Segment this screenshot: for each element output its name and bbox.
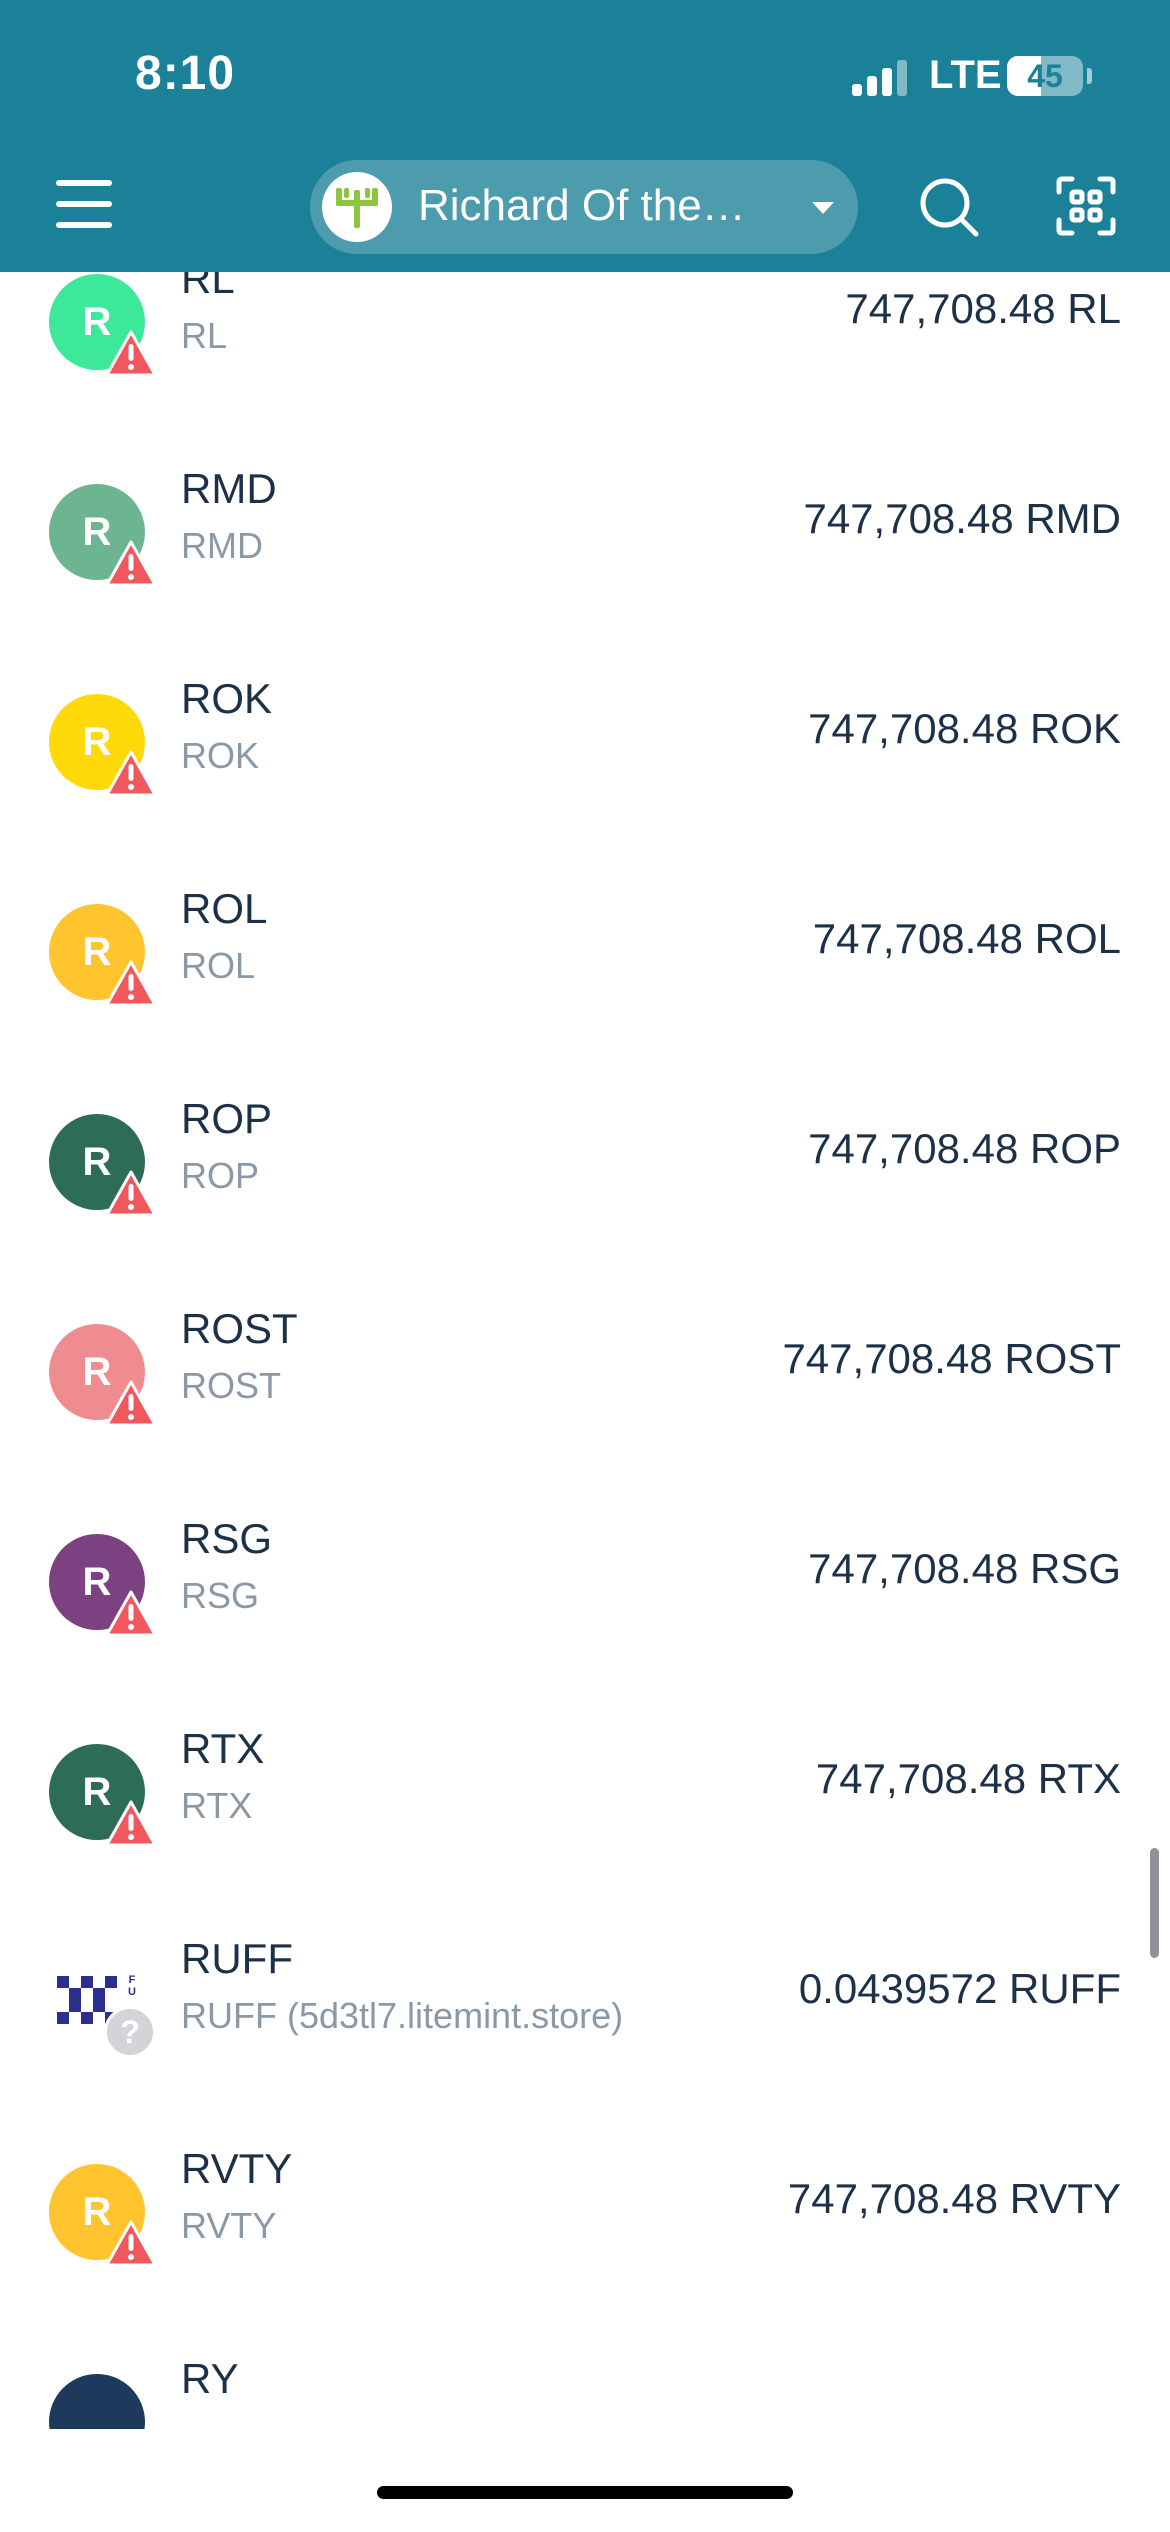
tree-icon: [336, 188, 378, 228]
token-row-rsg[interactable]: R RSG RSG 747,708.48 RSG: [0, 1470, 1170, 1680]
token-balance: 747,708.48 RSG: [808, 1545, 1121, 1592]
warning-icon: [106, 2220, 156, 2266]
token-name: RUFF (5d3tl7.litemint.store): [181, 1995, 624, 2036]
warning-icon: [106, 750, 156, 796]
token-code: RMD: [181, 465, 277, 512]
token-icon: [49, 2374, 145, 2429]
token-balance: 747,708.48 ROK: [808, 705, 1121, 752]
cellular-signal-icon: [852, 58, 908, 96]
token-name: ROL: [181, 945, 256, 986]
token-balance: 747,708.48 ROST: [782, 1335, 1121, 1382]
token-row-rok[interactable]: R ROK ROK 747,708.48 ROK: [0, 630, 1170, 840]
chevron-down-icon: [812, 202, 834, 214]
scrollbar[interactable]: [1150, 1848, 1159, 1958]
token-balance: 0.0439572 RUFF: [798, 1965, 1121, 2012]
token-name: ROK: [181, 735, 260, 776]
warning-icon: [106, 540, 156, 586]
battery-percent: 45: [1027, 58, 1063, 94]
token-code: ROST: [181, 1305, 298, 1352]
battery-icon: 45: [1007, 56, 1083, 96]
network-type: LTE: [929, 53, 1002, 97]
token-code: ROK: [181, 675, 273, 722]
wallet-selector[interactable]: Richard Of the…: [310, 160, 858, 254]
battery-cap: [1087, 68, 1092, 84]
token-list[interactable]: R RL RL 747,708.48 RL R RMD RMD 747,708.48 RMD R…: [0, 272, 1170, 2429]
token-name: ROST: [181, 1365, 282, 1406]
token-row-rost[interactable]: R ROST ROST 747,708.48 ROST: [0, 1260, 1170, 1470]
home-indicator[interactable]: [377, 2486, 793, 2499]
qr-scan-icon[interactable]: [1056, 176, 1116, 236]
token-code: RVTY: [181, 2145, 293, 2192]
warning-icon: [106, 960, 156, 1006]
token-balance: 747,708.48 RMD: [803, 495, 1121, 542]
token-row-rol[interactable]: R ROL ROL 747,708.48 ROL: [0, 840, 1170, 1050]
warning-icon: [106, 1170, 156, 1216]
search-icon[interactable]: [918, 176, 980, 238]
warning-icon: [106, 1380, 156, 1426]
token-code: RTX: [181, 1725, 265, 1772]
warning-icon: [106, 330, 156, 376]
token-row-rop[interactable]: R ROP ROP 747,708.48 ROP: [0, 1050, 1170, 1260]
token-row-rvty[interactable]: R RVTY RVTY 747,708.48 RVTY: [0, 2100, 1170, 2310]
hamburger-menu-icon[interactable]: [56, 180, 112, 228]
status-time: 8:10: [135, 47, 236, 100]
token-balance: 747,708.48 RTX: [815, 1755, 1121, 1802]
token-row-ruff[interactable]: FU? RUFF RUFF (5d3tl7.litemint.store) 0.043…: [0, 1890, 1170, 2100]
token-name: RTX: [181, 1785, 253, 1826]
token-code: RSG: [181, 1515, 273, 1562]
token-row-ry[interactable]: RY: [0, 2310, 1170, 2429]
token-balance: 747,708.48 RL: [845, 285, 1121, 332]
token-code: RY: [181, 2355, 239, 2402]
token-name: RMD: [181, 525, 263, 566]
token-name: RVTY: [181, 2205, 277, 2246]
token-code: ROL: [181, 885, 268, 932]
warning-icon: [106, 1590, 156, 1636]
token-balance: 747,708.48 RVTY: [787, 2175, 1121, 2222]
token-row-rmd[interactable]: R RMD RMD 747,708.48 RMD: [0, 420, 1170, 630]
wallet-avatar: [322, 172, 392, 242]
token-code: RL: [181, 272, 235, 302]
token-row-rtx[interactable]: R RTX RTX 747,708.48 RTX: [0, 1680, 1170, 1890]
token-name: ROP: [181, 1155, 260, 1196]
token-balance: 747,708.48 ROL: [812, 915, 1121, 962]
token-name: RL: [181, 315, 228, 356]
token-code: ROP: [181, 1095, 273, 1142]
app-header: 8:10 LTE 45 Richard Of the…: [0, 0, 1170, 272]
token-code: RUFF: [181, 1935, 293, 1982]
token-row-rl[interactable]: R RL RL 747,708.48 RL: [0, 272, 1170, 420]
token-balance: 747,708.48 ROP: [808, 1125, 1121, 1172]
token-name: RSG: [181, 1575, 260, 1616]
logo-text: FU: [128, 1974, 136, 1998]
wallet-name: Richard Of the…: [418, 181, 746, 230]
warning-icon: [106, 1800, 156, 1846]
unknown-asset-icon: ?: [104, 2006, 156, 2058]
